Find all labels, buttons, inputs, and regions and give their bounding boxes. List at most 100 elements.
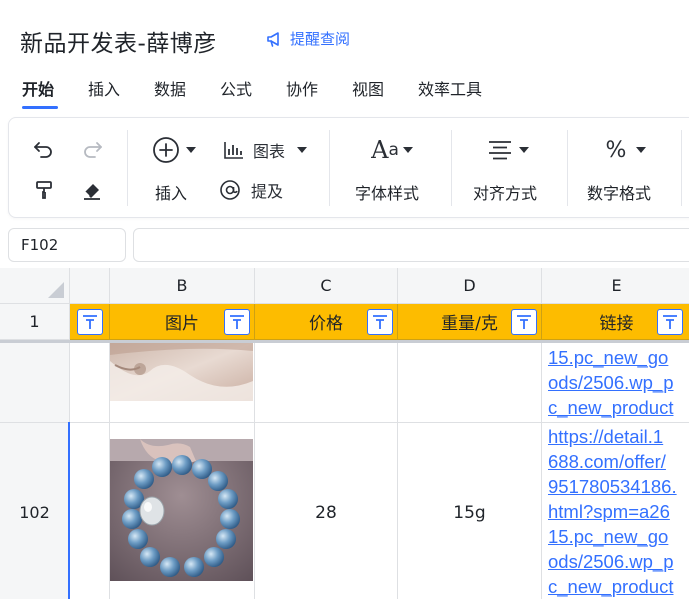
table-cell[interactable] — [70, 343, 110, 423]
link-line[interactable]: https://detail.1 — [542, 424, 689, 449]
header-image-label: 图片 — [165, 314, 199, 334]
selection-border — [68, 422, 70, 599]
tab-view[interactable]: 视图 — [352, 76, 384, 100]
align-icon — [489, 141, 511, 160]
reminder-label: 提醒查阅 — [290, 30, 351, 48]
chevron-down-icon — [186, 147, 196, 153]
percent-icon: % — [605, 137, 627, 163]
mention-button[interactable]: 提及 — [219, 178, 291, 202]
filter-button[interactable] — [367, 309, 393, 335]
filter-button[interactable] — [657, 309, 683, 335]
toolbar-divider — [329, 130, 330, 206]
tab-collaborate[interactable]: 协作 — [286, 76, 318, 100]
filter-icon — [373, 315, 387, 329]
format-painter-icon — [36, 181, 52, 199]
cell-reference-box[interactable]: F102 — [8, 228, 126, 262]
filter-button[interactable] — [511, 309, 537, 335]
chevron-down-icon — [519, 147, 529, 153]
insert-dropdown[interactable] — [149, 136, 199, 164]
filter-button[interactable] — [224, 309, 250, 335]
product-image[interactable] — [110, 343, 253, 401]
toolbar-divider — [127, 130, 128, 206]
weight-cell[interactable] — [398, 343, 542, 423]
tab-home[interactable]: 开始 — [22, 76, 54, 100]
header-cell-link[interactable]: 链接 — [542, 304, 689, 340]
header-price-label: 价格 — [309, 314, 343, 334]
column-header-d[interactable]: D — [398, 268, 542, 304]
row-header-1[interactable]: 1 — [0, 304, 70, 340]
column-header-e[interactable]: E — [542, 268, 689, 304]
undo-icon — [34, 142, 52, 158]
image-cell[interactable] — [110, 343, 255, 423]
toolbar: 插入 图表 提及 Aa 字体样式 对齐方式 % 数字格式 — [8, 117, 689, 218]
link-line[interactable]: 688.com/offer/ — [542, 449, 689, 474]
table-cell[interactable] — [70, 423, 110, 599]
tab-insert[interactable]: 插入 — [88, 76, 120, 100]
link-line[interactable]: ods/2506.wp_p — [542, 549, 689, 574]
link-line[interactable]: html?spm=a26 — [542, 499, 689, 524]
chevron-down-icon — [636, 147, 647, 153]
align-label[interactable]: 对齐方式 — [473, 180, 537, 204]
link-cell[interactable]: https://detail.1 688.com/offer/ 95178053… — [542, 423, 689, 599]
filter-icon — [83, 315, 97, 329]
chevron-down-icon — [402, 147, 413, 153]
mention-label: 提及 — [251, 182, 284, 201]
link-line[interactable]: c_new_product — [542, 574, 689, 599]
header-cell-price[interactable]: 价格 — [255, 304, 398, 340]
column-header-b[interactable]: B — [110, 268, 255, 304]
column-header-c[interactable]: C — [255, 268, 398, 304]
link-line[interactable]: ods/2506.wp_p — [542, 370, 689, 395]
filter-button[interactable] — [77, 309, 103, 335]
link-line[interactable]: 15.pc_new_go — [542, 524, 689, 549]
select-all-corner[interactable] — [0, 268, 70, 304]
toolbar-divider — [681, 130, 682, 206]
tab-data[interactable]: 数据 — [154, 76, 186, 100]
header-link-label: 链接 — [599, 314, 634, 334]
price-cell[interactable] — [255, 343, 398, 423]
image-cell[interactable] — [110, 423, 255, 599]
chart-dropdown[interactable]: 图表 — [219, 138, 311, 162]
header-weight-label: 重量/克 — [441, 314, 498, 334]
chart-label: 图表 — [252, 142, 285, 161]
weight-cell[interactable]: 15g — [398, 423, 542, 599]
row-header-101[interactable] — [0, 343, 70, 423]
active-tab-indicator — [22, 106, 58, 109]
filter-icon — [230, 315, 244, 329]
toolbar-divider — [451, 130, 452, 206]
undo-button[interactable] — [31, 138, 57, 160]
link-line[interactable]: 951780534186. — [542, 474, 689, 499]
link-line[interactable]: c_new_product — [542, 395, 689, 420]
column-header-a[interactable] — [70, 268, 110, 304]
link-line[interactable]: 15.pc_new_go — [542, 345, 689, 370]
product-image[interactable] — [110, 439, 253, 581]
reminder-button[interactable]: 提醒查阅 — [266, 28, 350, 49]
header-cell-image[interactable]: 图片 — [110, 304, 255, 340]
bar-chart-icon — [224, 142, 243, 159]
at-sign-icon — [220, 180, 240, 200]
menu-tabs: 开始 插入 数据 公式 协作 视图 效率工具 — [0, 72, 689, 112]
toolbar-divider — [567, 130, 568, 206]
number-format-dropdown[interactable]: % — [601, 136, 651, 164]
document-title[interactable]: 新品开发表-薛博彦 — [20, 24, 217, 58]
row-header-102[interactable]: 102 — [0, 423, 70, 599]
insert-label[interactable]: 插入 — [155, 180, 187, 204]
price-cell[interactable]: 28 — [255, 423, 398, 599]
tab-formula[interactable]: 公式 — [220, 76, 252, 100]
header-cell-weight[interactable]: 重量/克 — [398, 304, 542, 340]
link-cell[interactable]: 15.pc_new_go ods/2506.wp_p c_new_product — [542, 343, 689, 423]
filter-icon — [663, 315, 677, 329]
tab-efficiency-tools[interactable]: 效率工具 — [418, 76, 482, 100]
font-style-label[interactable]: 字体样式 — [355, 180, 419, 204]
header-cell-a[interactable] — [70, 304, 110, 340]
title-bar: 新品开发表-薛博彦 提醒查阅 — [0, 0, 689, 68]
formula-input[interactable] — [133, 228, 689, 262]
select-all-triangle-icon — [48, 282, 64, 298]
font-style-dropdown[interactable]: Aa — [367, 136, 417, 164]
redo-button[interactable] — [79, 138, 105, 160]
filter-icon — [517, 315, 531, 329]
plus-circle-icon — [153, 137, 179, 163]
align-dropdown[interactable] — [483, 138, 533, 162]
number-format-label[interactable]: 数字格式 — [587, 180, 651, 204]
format-painter-button[interactable] — [31, 178, 57, 202]
clear-format-button[interactable] — [79, 178, 105, 202]
